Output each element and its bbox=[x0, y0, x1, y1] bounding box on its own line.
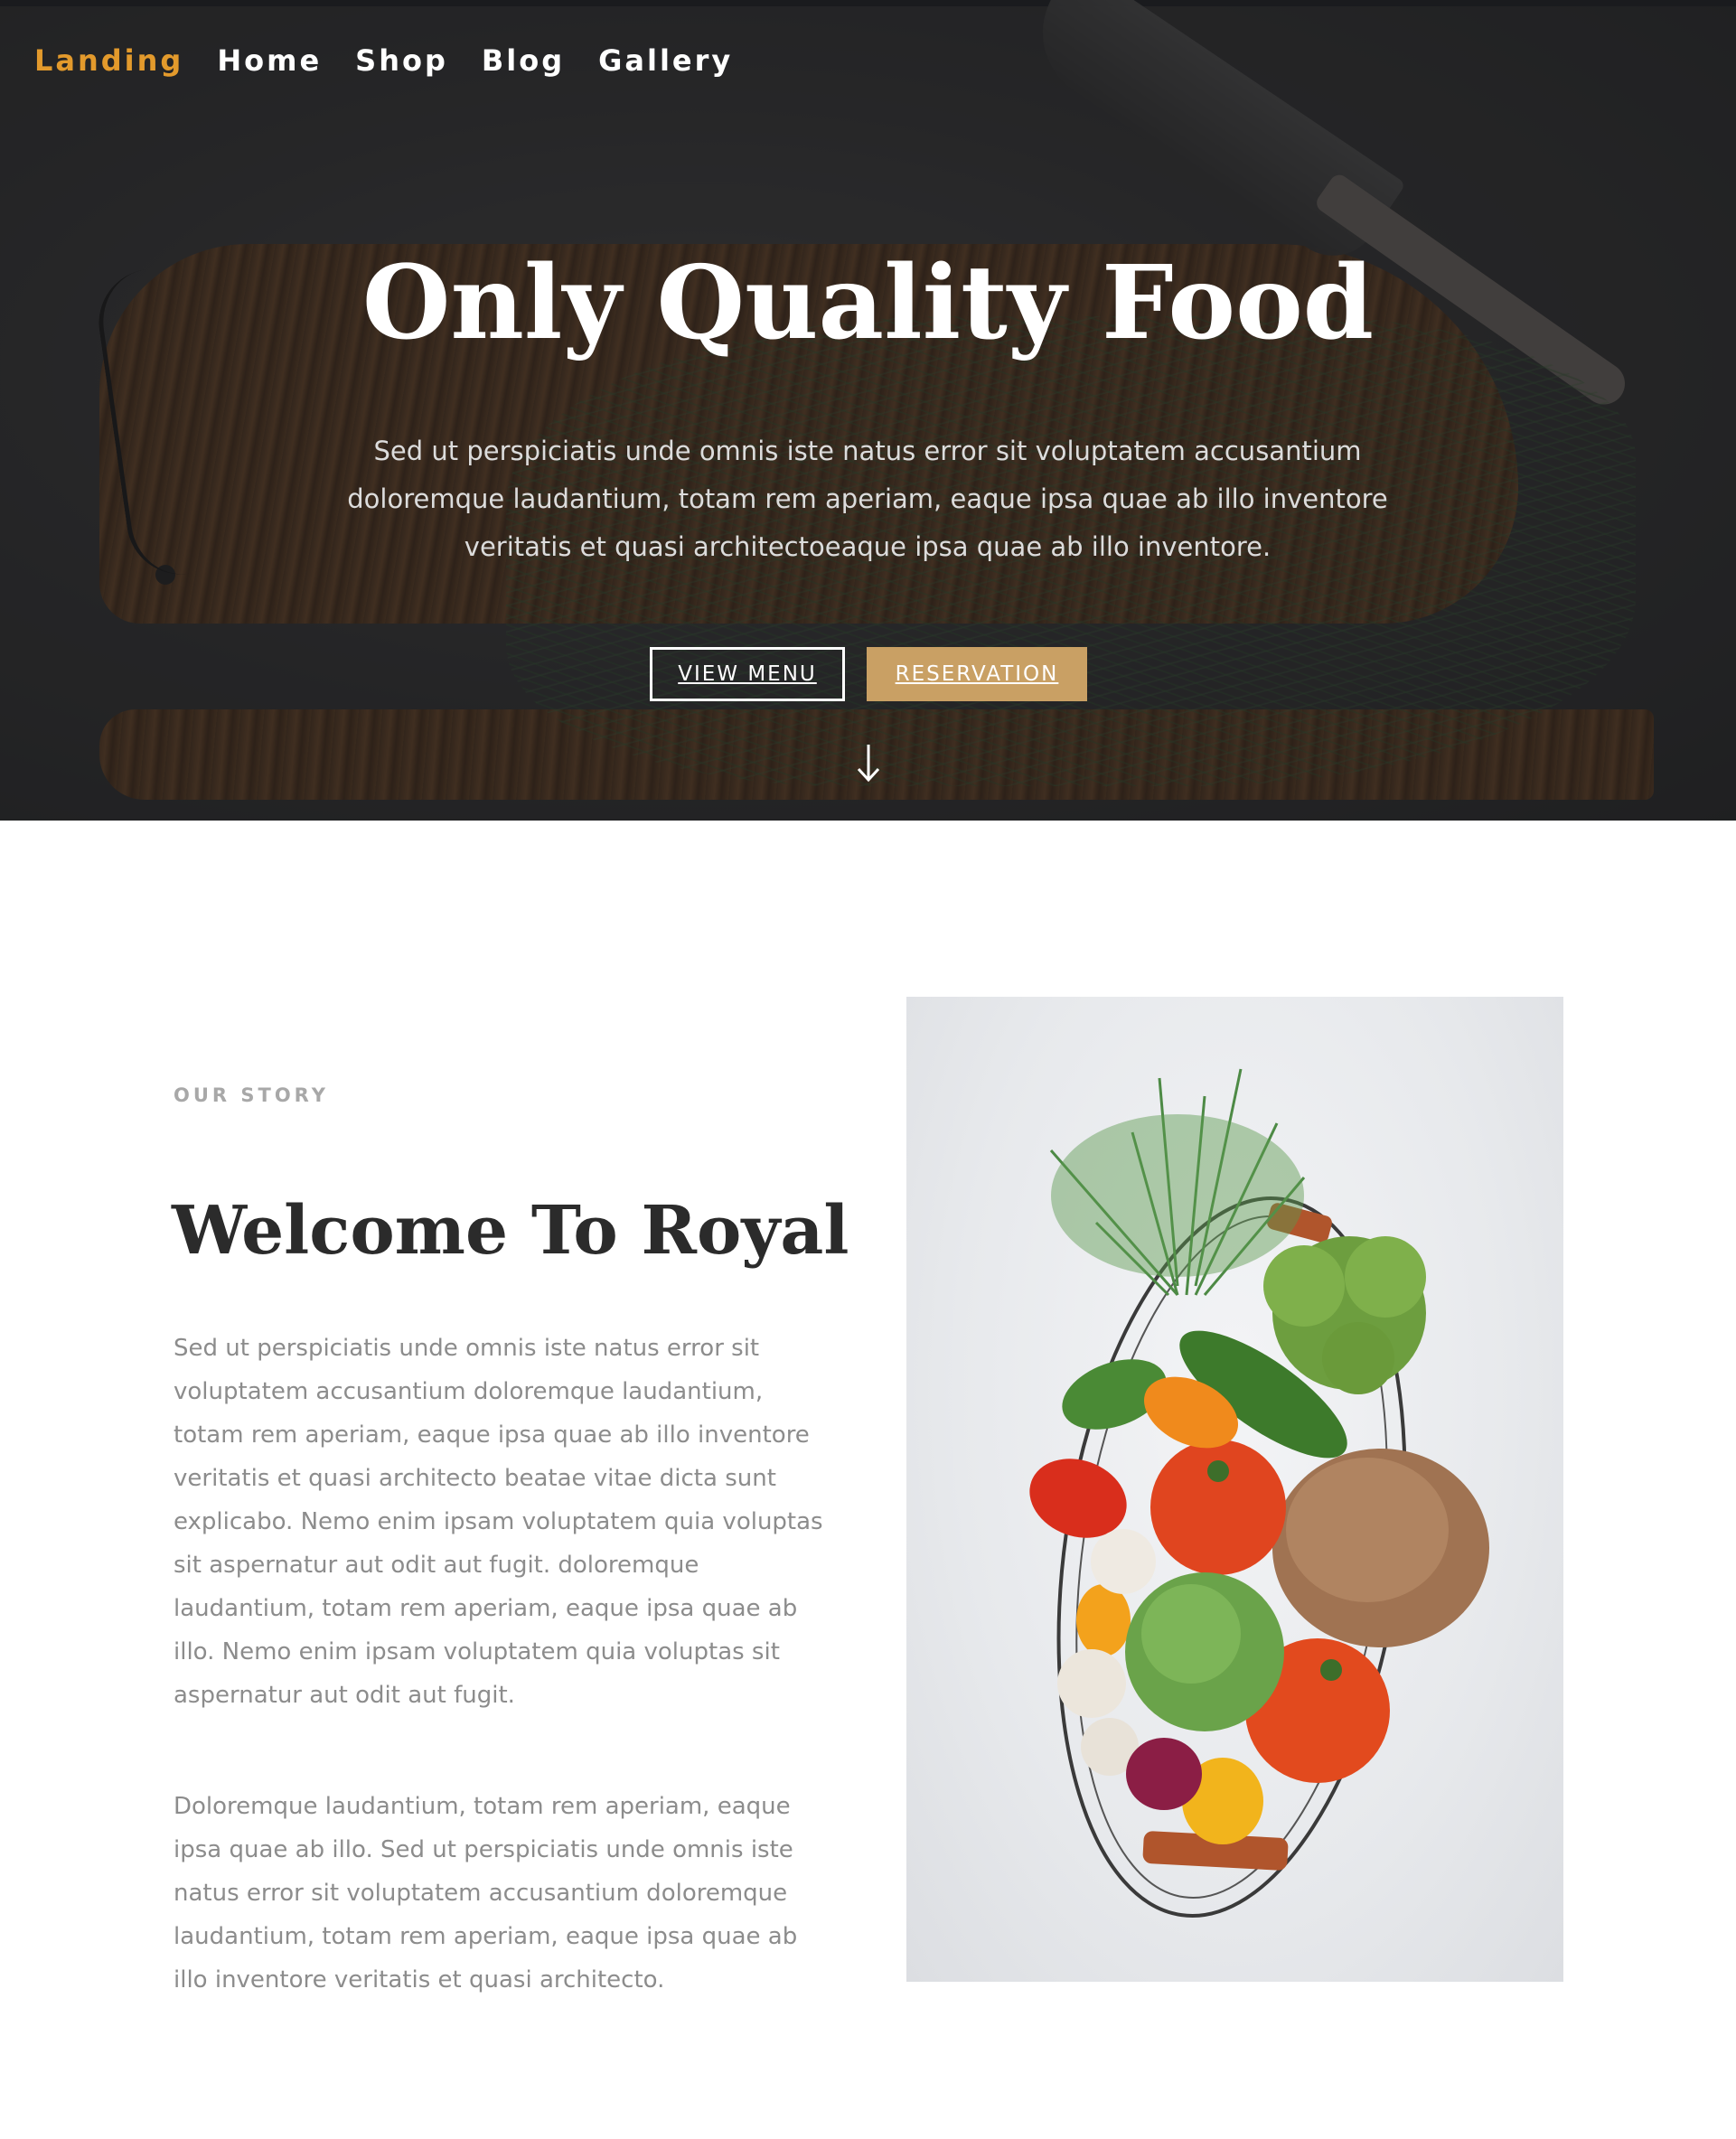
nav-item-shop[interactable]: Shop bbox=[355, 43, 448, 78]
story-title: Welcome To Royal bbox=[172, 1192, 849, 1270]
story-paragraph-2: Doloremque laudantium, totam rem aperiam… bbox=[174, 1793, 798, 1994]
hero-description: Sed ut perspiciatis unde omnis iste natu… bbox=[347, 436, 1388, 562]
nav-item-home[interactable]: Home bbox=[217, 43, 322, 78]
hero-buttons: VIEW MENU RESERVATION bbox=[650, 647, 1087, 701]
vegetable-basket-image bbox=[906, 997, 1563, 1982]
nav-item-landing[interactable]: Landing bbox=[34, 43, 183, 78]
story-paragraph-1: Sed ut perspiciatis unde omnis iste natu… bbox=[174, 1335, 823, 1709]
arrow-down-icon[interactable] bbox=[853, 741, 884, 784]
nav-item-blog[interactable]: Blog bbox=[482, 43, 565, 78]
view-menu-button[interactable]: VIEW MENU bbox=[650, 647, 845, 701]
main-nav: Landing Home Shop Blog Gallery bbox=[34, 43, 766, 78]
reservation-button[interactable]: RESERVATION bbox=[867, 647, 1087, 701]
section-eyebrow: OUR STORY bbox=[174, 1084, 329, 1106]
hero-section: Landing Home Shop Blog Gallery Only Qual… bbox=[0, 0, 1736, 821]
hero-title: Only Quality Food bbox=[361, 244, 1375, 362]
nav-item-gallery[interactable]: Gallery bbox=[598, 43, 733, 78]
